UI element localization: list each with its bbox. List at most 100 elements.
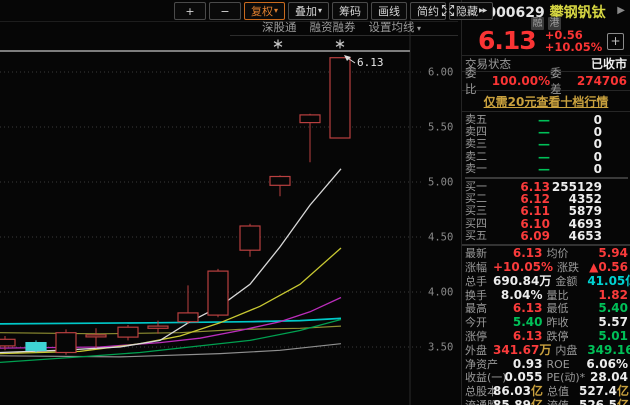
fullscreen-button[interactable]	[440, 3, 456, 18]
stat-value: 28.04	[579, 371, 629, 384]
stat-value: 6.13	[493, 330, 543, 343]
stat-value: 5.40	[579, 302, 629, 315]
level-price: —	[495, 138, 550, 150]
stat-value: ▲0.56	[589, 261, 628, 274]
level-label: 卖四	[465, 126, 495, 138]
y-axis-tick-label: 5.50	[428, 122, 453, 134]
orderbook-row[interactable]: 卖二—0	[465, 151, 628, 163]
stat-label: PE(动)*	[547, 371, 579, 384]
stat-value: 6.06%	[579, 358, 629, 371]
sell-levels: 卖五—0卖四—0卖三—0卖二—0卖一—0	[465, 114, 628, 175]
stat-unit: 亿	[617, 398, 629, 405]
candle-body	[240, 226, 260, 250]
quote-row: 外盘341.67万内盘349.16万	[465, 343, 628, 357]
candle-body	[56, 333, 76, 353]
level-price: 6.11	[495, 205, 550, 217]
stat-value: 527.4亿	[579, 385, 629, 398]
candle-body	[118, 327, 138, 337]
level-volume: 4352	[550, 193, 602, 205]
stat-value: 5.94	[579, 247, 629, 260]
stat-unit: 亿	[617, 384, 629, 398]
quote-row: 涨停6.13跌停5.01	[465, 330, 628, 344]
stat-unit: 万	[539, 343, 551, 357]
change-block: +0.56 +10.05%	[545, 29, 603, 53]
stat-label: 涨停	[465, 330, 493, 343]
quote-row: 最新6.13均价5.94	[465, 247, 628, 261]
level-volume: 5879	[550, 205, 602, 217]
level-volume: 4693	[550, 218, 602, 230]
level-label: 买五	[465, 230, 495, 242]
stat-label: 金额	[555, 275, 587, 288]
stat-label: ROE	[547, 358, 579, 371]
toolbar-button-label: 简约	[417, 4, 439, 19]
toolbar-button-label: −	[220, 4, 229, 19]
orderbook-divider	[465, 177, 628, 179]
y-axis-tick-label: 4.00	[428, 287, 453, 299]
level-price: —	[495, 126, 550, 138]
trade-status-value: 已收市	[591, 55, 627, 72]
level-price: —	[495, 163, 550, 175]
stat-value: 0.93	[493, 358, 543, 371]
ma-yellow-line	[0, 248, 341, 354]
quote-row: 收益(一)0.055PE(动)*28.04	[465, 371, 628, 385]
stat-label: 总值	[547, 385, 579, 398]
toolbar-button-筹码[interactable]: 筹码	[332, 2, 368, 20]
submenu-item-深股通[interactable]: 深股通	[262, 20, 297, 34]
candle-body	[270, 177, 290, 186]
toolbar-button-−[interactable]: −	[209, 2, 241, 20]
candle-body	[208, 271, 228, 315]
stat-value: 8.04%	[493, 289, 543, 302]
toolbar-button-叠加[interactable]: 叠加▾	[288, 2, 329, 20]
toolbar-button-label: 隐藏	[456, 4, 478, 19]
orderbook-row[interactable]: 卖一—0	[465, 163, 628, 175]
quote-row: 最高6.13最低5.40	[465, 302, 628, 316]
toolbar-button-+[interactable]: +	[174, 2, 206, 20]
orderbook-row[interactable]: 买四6.104693	[465, 218, 628, 230]
quote-row: 流通股85.89亿流值526.5亿	[465, 399, 628, 405]
orderbook-row[interactable]: 买五6.094653	[465, 230, 628, 242]
dropdown-caret-icon: ▾	[415, 24, 422, 33]
stock-app-window: 6.005.505.004.504.003.506.13 +−复权▾叠加▾筹码画…	[0, 0, 630, 405]
stat-label: 量比	[547, 289, 579, 302]
level-price: 6.13	[495, 181, 550, 193]
stat-label: 换手	[465, 289, 493, 302]
submenu-dropdown-ma-settings[interactable]: 设置均线 ▾	[369, 20, 422, 34]
weibi-value: 100.00%	[492, 74, 550, 88]
stat-label: 涨跌	[557, 261, 589, 274]
toolbar-button-label: 叠加	[295, 4, 317, 19]
level-price: —	[495, 114, 550, 126]
event-marker-icon	[274, 40, 282, 49]
stat-value: 85.89亿	[493, 399, 543, 405]
y-axis-tick-label: 3.50	[428, 342, 453, 354]
quote-row: 今开5.40昨收5.57	[465, 316, 628, 330]
chart-region: 6.005.505.004.504.003.506.13 +−复权▾叠加▾筹码画…	[0, 0, 460, 405]
buy-levels: 买一6.13255129买二6.124352买三6.115879买四6.1046…	[465, 181, 628, 242]
stat-label: 跌停	[547, 330, 579, 343]
candle-body	[26, 343, 46, 351]
candlestick-chart[interactable]: 6.005.505.004.504.003.506.13	[0, 0, 460, 405]
toolbar-button-label: 复权	[251, 4, 273, 19]
submenu-underline	[230, 35, 458, 36]
add-to-watchlist-button[interactable]: +	[607, 33, 624, 50]
stat-label: 内盘	[555, 344, 587, 357]
stat-value: 6.13	[493, 247, 543, 260]
stat-label: 外盘	[465, 344, 493, 357]
level-label: 卖五	[465, 114, 495, 126]
toolbar-button-复权[interactable]: 复权▾	[244, 2, 285, 20]
orderbook-row[interactable]: 买三6.115879	[465, 205, 628, 217]
level-volume: 0	[550, 163, 602, 175]
level2-ad-link[interactable]: 仅需20元查看十档行情	[484, 93, 609, 110]
submenu-dropdown-label: 设置均线	[369, 20, 415, 34]
stat-value: 41.05亿	[587, 275, 630, 288]
quote-row: 总手690.84万金额41.05亿	[465, 274, 628, 288]
stat-unit: 亿	[531, 398, 543, 405]
stat-label: 今开	[465, 316, 493, 329]
stat-unit: 万	[539, 274, 551, 288]
stat-label: 总手	[465, 275, 493, 288]
level-volume: 0	[550, 114, 602, 126]
toolbar-button-画线[interactable]: 画线	[371, 2, 407, 20]
stat-value: 690.84万	[493, 275, 551, 288]
orderbook-row[interactable]: 卖三—0	[465, 138, 628, 150]
submenu-item-融资融券[interactable]: 融资融券	[310, 20, 356, 34]
chart-submenu: 深股通融资融券设置均线 ▾	[262, 20, 421, 34]
